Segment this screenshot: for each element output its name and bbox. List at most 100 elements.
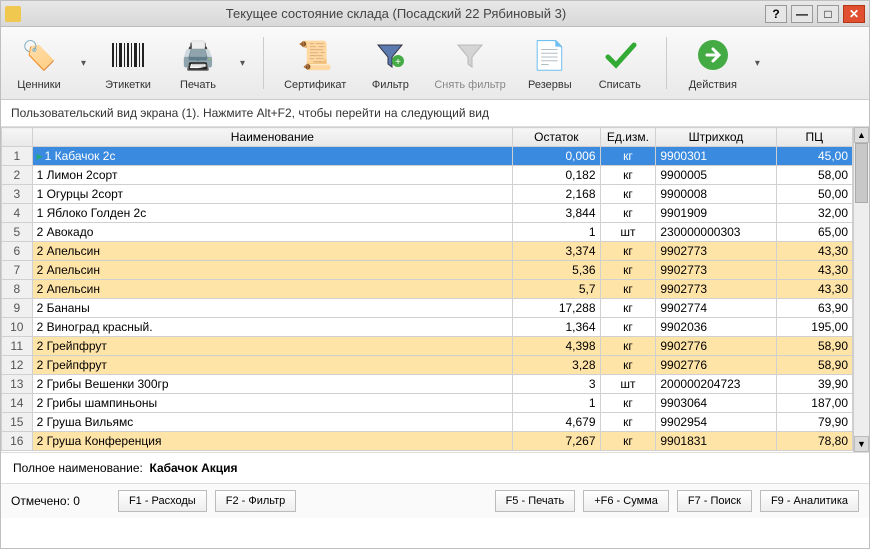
table-row[interactable]: 31 Огурцы 2сорт2,168кг990000850,00	[2, 185, 853, 204]
cell-name: 2 Груша Вильямс	[32, 413, 513, 432]
cell-pc: 39,90	[776, 375, 852, 394]
minimize-button[interactable]: —	[791, 5, 813, 23]
app-icon	[5, 6, 21, 22]
cell-name: 2 Грейпфрут	[32, 337, 513, 356]
cell-balance: 5,36	[513, 261, 600, 280]
cell-pc: 187,00	[776, 394, 852, 413]
cell-barcode: 9902954	[656, 413, 776, 432]
table-row[interactable]: 41 Яблоко Голден 2с3,844кг990190932,00	[2, 204, 853, 223]
cell-name: 2 Грейпфрут	[32, 356, 513, 375]
table-row[interactable]: 162 Груша Конференция7,267кг990183178,80	[2, 432, 853, 451]
table-row[interactable]: 132 Грибы Вешенки 300гр3шт20000020472339…	[2, 375, 853, 394]
data-grid[interactable]: Наименование Остаток Ед.изм. Штрихкод ПЦ…	[1, 127, 853, 452]
table-row[interactable]: 62 Апельсин3,374кг990277343,30	[2, 242, 853, 261]
table-row[interactable]: 102 Виноград красный.1,364кг9902036195,0…	[2, 318, 853, 337]
cell-name: 1 Лимон 2сорт	[32, 166, 513, 185]
f7-button[interactable]: F7 - Поиск	[677, 490, 752, 512]
cell-balance: 5,7	[513, 280, 600, 299]
price-tags-button[interactable]: 🏷️ Ценники	[9, 33, 69, 93]
table-row[interactable]: 72 Апельсин5,36кг990277343,30	[2, 261, 853, 280]
svg-text:+: +	[395, 57, 401, 68]
price-tags-dropdown[interactable]: ▾	[79, 58, 88, 69]
table-row[interactable]: 142 Грибы шампиньоны1кг9903064187,00	[2, 394, 853, 413]
cell-barcode: 9902773	[656, 261, 776, 280]
cell-balance: 1	[513, 223, 600, 242]
table-row[interactable]: 21 Лимон 2сорт0,182кг990000558,00	[2, 166, 853, 185]
table-row[interactable]: 82 Апельсин5,7кг990277343,30	[2, 280, 853, 299]
cell-pc: 43,30	[776, 261, 852, 280]
f9-button[interactable]: F9 - Аналитика	[760, 490, 859, 512]
reserves-label: Резервы	[528, 79, 572, 91]
scroll-down-button[interactable]: ▼	[854, 436, 869, 452]
maximize-button[interactable]: □	[817, 5, 839, 23]
close-button[interactable]: ✕	[843, 5, 865, 23]
cell-balance: 0,182	[513, 166, 600, 185]
cell-unit: кг	[600, 337, 656, 356]
col-barcode[interactable]: Штрихкод	[656, 128, 776, 147]
col-name[interactable]: Наименование	[32, 128, 513, 147]
f2-button[interactable]: F2 - Фильтр	[215, 490, 297, 512]
row-number: 8	[2, 280, 33, 299]
cell-name: 2 Авокадо	[32, 223, 513, 242]
row-number: 6	[2, 242, 33, 261]
col-pc[interactable]: ПЦ	[776, 128, 852, 147]
help-button[interactable]: ?	[765, 5, 787, 23]
cell-balance: 3,28	[513, 356, 600, 375]
table-row[interactable]: 92 Бананы17,288кг990277463,90	[2, 299, 853, 318]
cell-name: 2 Грибы Вешенки 300гр	[32, 375, 513, 394]
cell-name: 1 Огурцы 2сорт	[32, 185, 513, 204]
table-row[interactable]: 152 Груша Вильямс4,679кг990295479,90	[2, 413, 853, 432]
vertical-scrollbar[interactable]: ▲ ▼	[853, 127, 869, 452]
certificate-button[interactable]: 📜 Сертификат	[280, 33, 350, 93]
print-button[interactable]: 🖨️ Печать	[168, 33, 228, 93]
view-hint: Пользовательский вид экрана (1). Нажмите…	[1, 100, 869, 127]
labels-button[interactable]: Этикетки	[98, 33, 158, 93]
cell-balance: 17,288	[513, 299, 600, 318]
col-rownum[interactable]	[2, 128, 33, 147]
row-number: 1	[2, 147, 33, 166]
f6-button[interactable]: +F6 - Сумма	[583, 490, 669, 512]
table-row[interactable]: 112 Грейпфрут4,398кг990277658,90	[2, 337, 853, 356]
scroll-up-button[interactable]: ▲	[854, 127, 869, 143]
actions-dropdown[interactable]: ▾	[753, 58, 762, 69]
cell-barcode: 9902773	[656, 280, 776, 299]
scroll-track[interactable]	[854, 143, 869, 436]
checkmark-icon	[600, 35, 640, 75]
clear-filter-button[interactable]: Снять фильтр	[430, 33, 509, 93]
row-number: 10	[2, 318, 33, 337]
table-row[interactable]: 52 Авокадо1шт23000000030365,00	[2, 223, 853, 242]
cell-unit: кг	[600, 147, 656, 166]
window-buttons: ? — □ ✕	[765, 5, 865, 23]
cell-name: 2 Груша Конференция	[32, 432, 513, 451]
print-dropdown[interactable]: ▾	[238, 58, 247, 69]
cell-unit: кг	[600, 356, 656, 375]
cell-pc: 32,00	[776, 204, 852, 223]
filter-button[interactable]: + Фильтр	[360, 33, 420, 93]
cell-balance: 2,168	[513, 185, 600, 204]
f5-button[interactable]: F5 - Печать	[495, 490, 576, 512]
cell-barcode: 9900005	[656, 166, 776, 185]
certificate-icon: 📜	[295, 35, 335, 75]
table-row[interactable]: 1▸1 Кабачок 2с0,006кг990030145,00	[2, 147, 853, 166]
reserves-icon: 📄	[530, 35, 570, 75]
actions-button[interactable]: Действия	[683, 33, 743, 93]
row-number: 3	[2, 185, 33, 204]
cell-pc: 195,00	[776, 318, 852, 337]
toolbar-separator-2	[666, 37, 667, 89]
cell-barcode: 9903064	[656, 394, 776, 413]
cell-name: 2 Апельсин	[32, 242, 513, 261]
current-row-indicator: ▸	[37, 149, 45, 163]
f1-button[interactable]: F1 - Расходы	[118, 490, 207, 512]
marked-count: Отмечено: 0	[11, 494, 80, 508]
reserves-button[interactable]: 📄 Резервы	[520, 33, 580, 93]
write-off-button[interactable]: Списать	[590, 33, 650, 93]
col-balance[interactable]: Остаток	[513, 128, 600, 147]
cell-balance: 1	[513, 394, 600, 413]
cell-pc: 58,90	[776, 337, 852, 356]
table-row[interactable]: 122 Грейпфрут3,28кг990277658,90	[2, 356, 853, 375]
cell-balance: 7,267	[513, 432, 600, 451]
scroll-thumb[interactable]	[855, 143, 868, 203]
cell-barcode: 9902774	[656, 299, 776, 318]
col-unit[interactable]: Ед.изм.	[600, 128, 656, 147]
cell-unit: кг	[600, 261, 656, 280]
